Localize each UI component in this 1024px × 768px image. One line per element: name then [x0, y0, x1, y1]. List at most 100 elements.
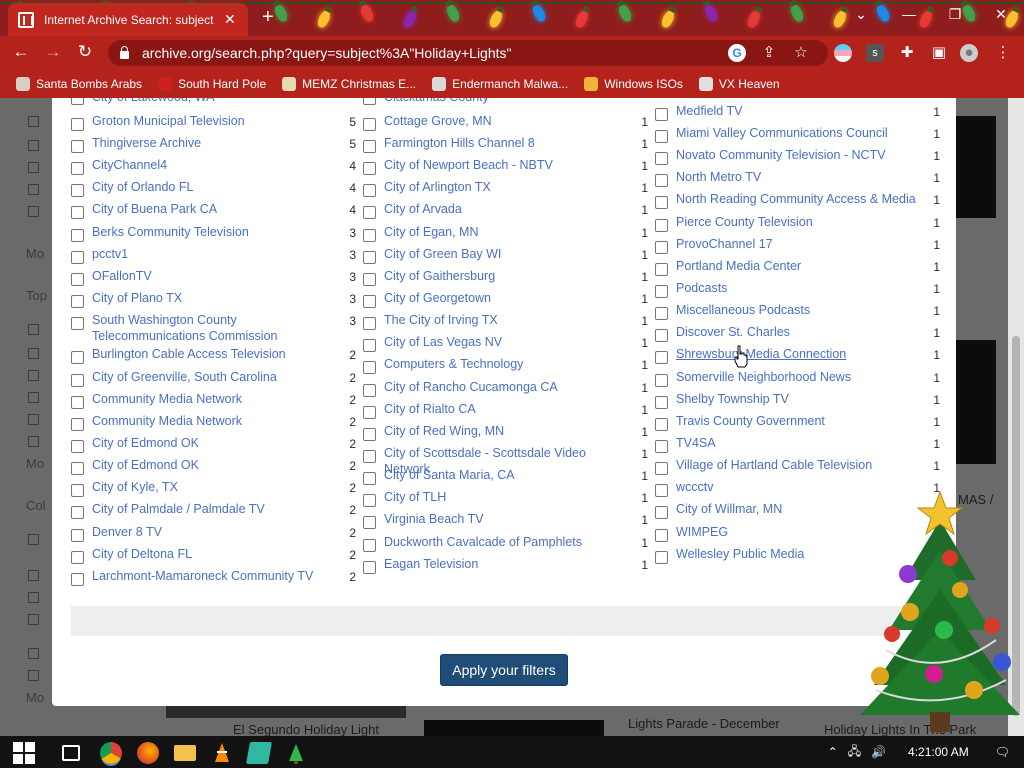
facet-option[interactable]: pcctv1 3 [71, 246, 356, 264]
facet-option[interactable]: Pierce County Television 1 [655, 214, 940, 232]
minimize-button[interactable]: — [894, 6, 924, 22]
bookmark-item[interactable]: South Hard Pole [158, 77, 266, 91]
facet-option-label[interactable]: Miami Valley Communications Council [676, 125, 916, 141]
christmas-tree-app-icon[interactable] [285, 742, 307, 764]
windows-start-icon[interactable] [12, 741, 36, 765]
facet-option[interactable]: South Washington County Telecommunicatio… [71, 312, 356, 344]
facet-option[interactable]: Groton Municipal Television 5 [71, 113, 356, 131]
notepad-app-icon[interactable] [246, 742, 272, 764]
facet-checkbox[interactable] [363, 472, 376, 485]
restore-button[interactable]: ❐ [940, 6, 970, 23]
bookmark-item[interactable]: MEMZ Christmas E... [282, 77, 416, 91]
facet-option[interactable]: Virginia Beach TV 1 [363, 511, 648, 529]
facet-option[interactable]: Duckworth Cavalcade of Pamphlets 1 [363, 534, 648, 552]
facet-option-label[interactable]: City of Greenville, South Carolina [92, 369, 332, 385]
facet-option[interactable]: Berks Community Television 3 [71, 224, 356, 242]
facet-checkbox[interactable] [655, 551, 668, 564]
facet-option-label[interactable]: City of Arvada [384, 201, 624, 217]
bookmark-item[interactable]: Endermanch Malwa... [432, 77, 568, 91]
facet-option-label[interactable]: The City of Irving TX [384, 312, 624, 328]
facet-option-label[interactable]: City of TLH [384, 489, 624, 505]
facet-option-label[interactable]: OFallonTV [92, 268, 332, 284]
facet-checkbox[interactable] [71, 184, 84, 197]
facet-checkbox[interactable] [655, 462, 668, 475]
facet-option[interactable]: City of Greenville, South Carolina 2 [71, 369, 356, 387]
facet-option-label[interactable]: City of Deltona FL [92, 546, 332, 562]
facet-option[interactable]: City of Buena Park CA 4 [71, 201, 356, 219]
facet-option[interactable]: Novato Community Television - NCTV 1 [655, 147, 940, 165]
facet-option-label[interactable]: City of Rialto CA [384, 401, 624, 417]
facet-checkbox[interactable] [71, 118, 84, 131]
facet-option-label[interactable]: City of Edmond OK [92, 435, 332, 451]
volume-icon[interactable]: 🔊 [871, 745, 886, 759]
facet-checkbox[interactable] [363, 539, 376, 552]
facet-option-label[interactable]: City of Plano TX [92, 290, 332, 306]
facet-option[interactable]: City of Edmond OK 2 [71, 457, 356, 475]
facet-checkbox[interactable] [363, 428, 376, 441]
facet-option-label[interactable]: City of Las Vegas NV [384, 334, 624, 350]
facet-option[interactable]: OFallonTV 3 [71, 268, 356, 286]
facet-option[interactable]: Burlington Cable Access Television 2 [71, 346, 356, 364]
facet-checkbox[interactable] [363, 406, 376, 419]
facet-option-label[interactable]: City of Red Wing, MN [384, 423, 624, 439]
facet-checkbox[interactable] [71, 462, 84, 475]
facet-option[interactable]: City of Edmond OK 2 [71, 435, 356, 453]
facet-checkbox[interactable] [655, 440, 668, 453]
facet-checkbox[interactable] [655, 130, 668, 143]
facet-option-label[interactable]: Shrewsbury Media Connection [676, 346, 916, 362]
facet-checkbox[interactable] [655, 241, 668, 254]
facet-option-label[interactable]: Farmington Hills Channel 8 [384, 135, 624, 151]
facet-checkbox[interactable] [71, 98, 84, 105]
tab-close-icon[interactable]: ✕ [224, 11, 236, 28]
apply-filters-button[interactable]: Apply your filters [440, 654, 568, 686]
facet-option-label[interactable]: City of Kyle, TX [92, 479, 332, 495]
bookmark-item[interactable]: VX Heaven [698, 77, 780, 91]
facet-checkbox[interactable] [363, 98, 376, 105]
facet-checkbox[interactable] [363, 251, 376, 264]
facet-option[interactable]: Discover St. Charles 1 [655, 324, 940, 342]
facet-option[interactable]: City of Deltona FL 2 [71, 546, 356, 564]
facet-option-label[interactable]: Denver 8 TV [92, 524, 332, 540]
facet-option-label[interactable]: CityChannel4 [92, 157, 332, 173]
facet-option-label[interactable]: Medfield TV [676, 103, 916, 119]
facet-checkbox[interactable] [71, 317, 84, 330]
facet-checkbox[interactable] [655, 351, 668, 364]
facet-checkbox[interactable] [655, 529, 668, 542]
facet-checkbox[interactable] [363, 339, 376, 352]
facet-option[interactable]: Computers & Technology 1 [363, 356, 648, 374]
facet-option-label[interactable]: City of Gaithersburg [384, 268, 624, 284]
facet-checkbox[interactable] [71, 229, 84, 242]
facet-option[interactable]: City of Red Wing, MN 1 [363, 423, 648, 441]
facet-option-label[interactable]: Clackamas County [384, 98, 624, 105]
facet-checkbox[interactable] [71, 351, 84, 364]
tab-search-chevron-icon[interactable]: ⌄ [846, 6, 876, 23]
facet-option[interactable]: North Metro TV 1 [655, 169, 940, 187]
facet-option-label[interactable]: Portland Media Center [676, 258, 916, 274]
facet-option-label[interactable]: City of Egan, MN [384, 224, 624, 240]
facet-option-label[interactable]: City of Rancho Cucamonga CA [384, 379, 624, 395]
close-window-button[interactable]: ✕ [986, 6, 1016, 23]
facet-option[interactable]: City of Gaithersburg 1 [363, 268, 648, 286]
facet-checkbox[interactable] [363, 118, 376, 131]
facet-checkbox[interactable] [363, 295, 376, 308]
facet-option-label[interactable]: North Metro TV [676, 169, 916, 185]
facet-option[interactable]: TV4SA 1 [655, 435, 940, 453]
chevron-up-icon[interactable]: ⌃ [828, 745, 838, 759]
facet-option[interactable]: Denver 8 TV 2 [71, 524, 356, 542]
facet-option-label[interactable]: Larchmont-Mamaroneck Community TV [92, 568, 332, 584]
facet-checkbox[interactable] [363, 516, 376, 529]
facet-option[interactable]: Somerville Neighborhood News 1 [655, 369, 940, 387]
facet-option-label[interactable]: City of Edmond OK [92, 457, 332, 473]
facet-checkbox[interactable] [655, 506, 668, 519]
facet-option[interactable]: City of Rialto CA 1 [363, 401, 648, 419]
google-translate-icon[interactable]: G [728, 44, 746, 62]
facet-checkbox[interactable] [655, 108, 668, 121]
facet-option-label[interactable]: Miscellaneous Podcasts [676, 302, 916, 318]
side-panel-icon[interactable]: ▣ [930, 44, 948, 62]
facet-checkbox[interactable] [363, 494, 376, 507]
facet-option-label[interactable]: pcctv1 [92, 246, 332, 262]
facet-option[interactable]: City of Las Vegas NV 1 [363, 334, 648, 352]
facet-checkbox[interactable] [363, 384, 376, 397]
kebab-menu-icon[interactable]: ⋮ [994, 44, 1012, 62]
facet-checkbox[interactable] [71, 251, 84, 264]
